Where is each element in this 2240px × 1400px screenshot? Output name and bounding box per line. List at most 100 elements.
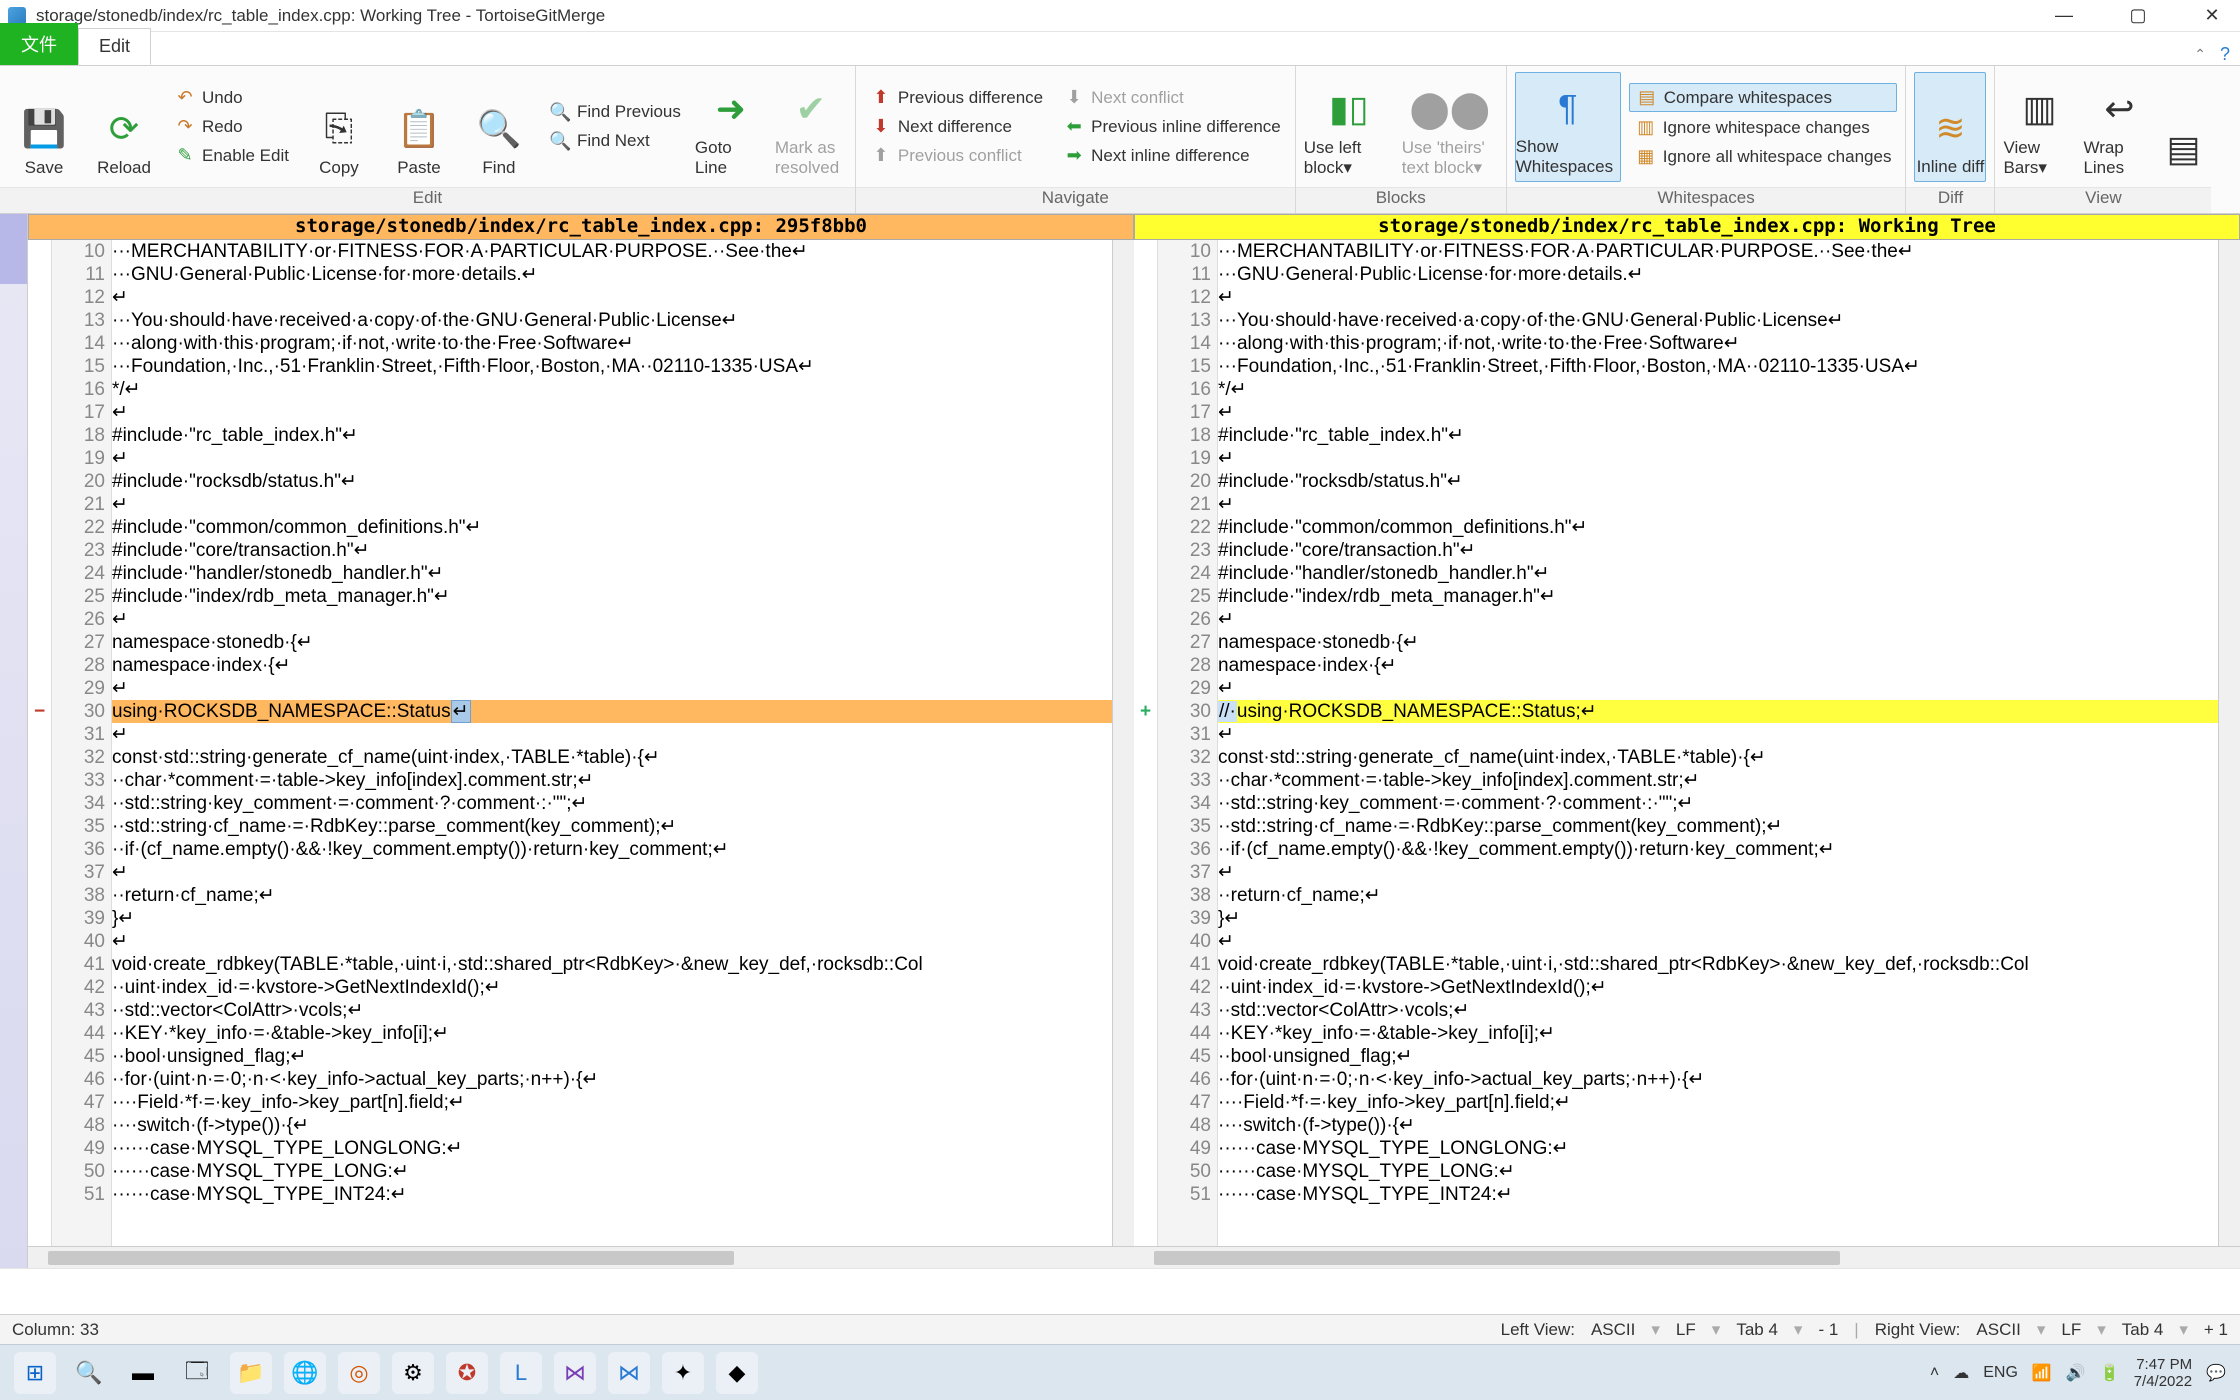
undo-button[interactable]: ↶Undo	[168, 84, 295, 111]
save-button[interactable]: 💾Save	[8, 72, 80, 182]
minimize-button[interactable]: —	[2044, 5, 2084, 26]
system-tray[interactable]: ˄ ☁ ENG 📶 🔊 🔋 7:47 PM 7/4/2022 💬	[1930, 1356, 2226, 1390]
app-icon-1[interactable]: ◎	[338, 1352, 380, 1394]
prev-diff-button[interactable]: ⬆Previous difference	[864, 84, 1049, 111]
check-icon: ✔	[796, 88, 826, 130]
vs-icon[interactable]: ⋈	[554, 1352, 596, 1394]
ignore-all-icon: ▦	[1635, 146, 1657, 167]
right-source[interactable]: ···MERCHANTABILITY·or·FITNESS·FOR·A·PART…	[1218, 240, 2218, 1246]
titlebar: storage/stonedb/index/rc_table_index.cpp…	[0, 0, 2240, 32]
inline-diff-button[interactable]: ≋Inline diff	[1914, 72, 1986, 182]
left-pane: storage/stonedb/index/rc_table_index.cpp…	[28, 214, 1134, 1268]
edge-icon[interactable]: 🌐	[284, 1352, 326, 1394]
block-theirs-icon: ⬤⬤	[1409, 88, 1490, 130]
language-indicator[interactable]: ENG	[1983, 1364, 2018, 1382]
find-button[interactable]: 🔍Find	[463, 72, 535, 182]
left-eol[interactable]: LF	[1676, 1320, 1696, 1340]
widgets-button[interactable]: 🗔	[176, 1352, 218, 1394]
start-button[interactable]: ⊞	[14, 1352, 56, 1394]
right-vscroll[interactable]	[2218, 240, 2240, 1246]
onedrive-icon[interactable]: ☁	[1953, 1363, 1969, 1383]
arrow-left-icon: ⬅	[1063, 116, 1085, 137]
save-icon: 💾	[22, 108, 67, 150]
status-column: Column: 33	[12, 1320, 99, 1340]
pilcrow-icon: ¶	[1558, 87, 1577, 129]
goto-line-button[interactable]: ➜Goto Line	[695, 72, 767, 182]
inline-diff-icon: ≋	[1935, 107, 1965, 149]
mark-resolved-button[interactable]: ✔Mark as resolved	[775, 72, 847, 182]
explorer-icon[interactable]: 📁	[230, 1352, 272, 1394]
compare-whitespaces-button[interactable]: ▤Compare whitespaces	[1629, 83, 1898, 112]
left-hscroll[interactable]	[28, 1246, 1134, 1268]
wrap-icon: ↩	[2104, 88, 2134, 130]
help-icon[interactable]: ?	[2220, 44, 2230, 65]
left-count: - 1	[1818, 1320, 1838, 1340]
left-source[interactable]: ···MERCHANTABILITY·or·FITNESS·FOR·A·PART…	[112, 240, 1112, 1246]
find-next-button[interactable]: 🔍Find Next	[543, 128, 687, 155]
left-header: storage/stonedb/index/rc_table_index.cpp…	[28, 214, 1134, 240]
pencil-icon: ✎	[174, 145, 196, 166]
reload-button[interactable]: ⟳Reload	[88, 72, 160, 182]
view-bars-button[interactable]: ▥View Bars▾	[2003, 72, 2075, 182]
ignore-all-whitespace-button[interactable]: ▦Ignore all whitespace changes	[1629, 143, 1898, 170]
copy-icon: ⎘	[325, 107, 354, 150]
arrow-right-icon: ➡	[1063, 145, 1085, 166]
task-view-button[interactable]: ▬	[122, 1352, 164, 1394]
next-conflict-button[interactable]: ⬇Next conflict	[1057, 84, 1287, 111]
right-pane: storage/stonedb/index/rc_table_index.cpp…	[1134, 214, 2240, 1268]
undo-icon: ↶	[174, 87, 196, 108]
app-icon-3[interactable]: ✪	[446, 1352, 488, 1394]
app-icon-5[interactable]: ✦	[662, 1352, 704, 1394]
right-encoding[interactable]: ASCII	[1976, 1320, 2020, 1340]
maximize-button[interactable]: ▢	[2118, 5, 2158, 26]
tray-chevron-icon[interactable]: ˄	[1930, 1364, 1939, 1382]
right-tab[interactable]: Tab 4	[2122, 1320, 2164, 1340]
battery-icon[interactable]: 🔋	[2100, 1363, 2120, 1383]
ribbon-collapse-icon[interactable]: ⌃	[2194, 46, 2206, 63]
prev-inline-button[interactable]: ⬅Previous inline difference	[1057, 113, 1287, 140]
menu-icon: ▤	[2166, 128, 2200, 170]
wrap-lines-button[interactable]: ↩Wrap Lines	[2083, 72, 2155, 182]
left-tab[interactable]: Tab 4	[1736, 1320, 1778, 1340]
search-button[interactable]: 🔍	[68, 1352, 110, 1394]
group-whitespaces-label: Whitespaces	[1507, 187, 1906, 213]
redo-button[interactable]: ↷Redo	[168, 113, 295, 140]
next-diff-button[interactable]: ⬇Next difference	[864, 113, 1049, 140]
group-blocks-label: Blocks	[1296, 187, 1506, 213]
left-encoding[interactable]: ASCII	[1591, 1320, 1635, 1340]
block-left-icon: ▮▯	[1329, 88, 1369, 130]
show-whitespaces-button[interactable]: ¶Show Whitespaces	[1515, 72, 1621, 182]
locator-bar[interactable]	[0, 214, 28, 1268]
left-vscroll[interactable]	[1112, 240, 1134, 1246]
vs-icon-2[interactable]: ⋈	[608, 1352, 650, 1394]
close-button[interactable]: ✕	[2192, 5, 2232, 26]
prev-conflict-button[interactable]: ⬆Previous conflict	[864, 142, 1049, 169]
tab-file[interactable]: 文件	[0, 23, 78, 65]
copy-button[interactable]: ⎘Copy	[303, 72, 375, 182]
right-eol[interactable]: LF	[2061, 1320, 2081, 1340]
status-bar: Column: 33 Left View: ASCII▾ LF▾ Tab 4▾ …	[0, 1314, 2240, 1344]
wifi-icon[interactable]: 📶	[2032, 1363, 2052, 1383]
right-header: storage/stonedb/index/rc_table_index.cpp…	[1134, 214, 2240, 240]
clock[interactable]: 7:47 PM 7/4/2022	[2134, 1356, 2192, 1390]
use-theirs-block-button[interactable]: ⬤⬤Use 'theirs' text block▾	[1402, 72, 1498, 182]
left-markers: −	[28, 240, 52, 1246]
notifications-icon[interactable]: 💬	[2206, 1363, 2226, 1383]
right-hscroll[interactable]	[1134, 1246, 2240, 1268]
left-view-label: Left View:	[1501, 1320, 1575, 1340]
find-previous-button[interactable]: 🔍Find Previous	[543, 99, 687, 126]
use-left-block-button[interactable]: ▮▯Use left block▾	[1304, 72, 1394, 182]
arrow-down-icon: ⬇	[870, 116, 892, 137]
app-icon-2[interactable]: ⚙	[392, 1352, 434, 1394]
app-icon-4[interactable]: L	[500, 1352, 542, 1394]
right-count: + 1	[2204, 1320, 2228, 1340]
find-icon: 🔍	[477, 108, 522, 150]
paste-button[interactable]: 📋Paste	[383, 72, 455, 182]
enable-edit-button[interactable]: ✎Enable Edit	[168, 142, 295, 169]
next-inline-button[interactable]: ➡Next inline difference	[1057, 142, 1287, 169]
view-more-button[interactable]: ▤	[2163, 72, 2203, 182]
tortoisegitmerge-icon[interactable]: ◆	[716, 1352, 758, 1394]
tab-edit[interactable]: Edit	[78, 28, 151, 65]
volume-icon[interactable]: 🔊	[2066, 1363, 2086, 1383]
ignore-whitespace-button[interactable]: ▥Ignore whitespace changes	[1629, 114, 1898, 141]
